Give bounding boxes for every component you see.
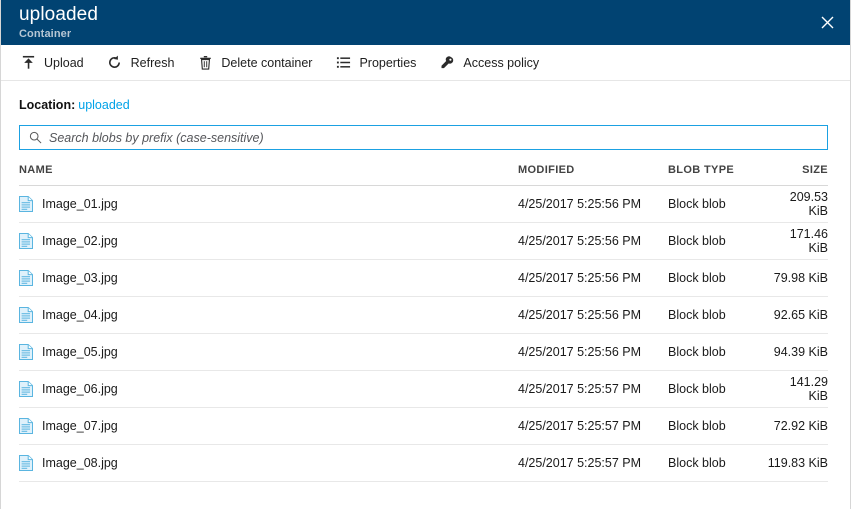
column-header-name[interactable]: NAME <box>19 164 518 186</box>
cell-size: 119.83 KiB <box>767 444 828 482</box>
access-policy-button[interactable]: Access policy <box>438 45 539 80</box>
cell-blob-type: Block blob <box>668 185 767 223</box>
blob-name[interactable]: Image_08.jpg <box>42 456 118 470</box>
table-row[interactable]: Image_07.jpg 4/25/2017 5:25:57 PM Block … <box>19 407 828 445</box>
blob-name[interactable]: Image_01.jpg <box>42 197 118 211</box>
search-box[interactable] <box>19 125 828 150</box>
cell-size: 94.39 KiB <box>767 333 828 371</box>
cell-blob-type: Block blob <box>668 222 767 260</box>
list-icon <box>334 54 352 72</box>
properties-label: Properties <box>359 55 417 70</box>
upload-button[interactable]: Upload <box>19 45 84 80</box>
cell-blob-type: Block blob <box>668 444 767 482</box>
cell-modified: 4/25/2017 5:25:56 PM <box>518 259 668 297</box>
cell-name: Image_02.jpg <box>19 222 518 260</box>
blob-container-blade: uploaded Container Upload Refresh Delete… <box>0 0 851 509</box>
close-button[interactable] <box>804 0 850 45</box>
cell-name: Image_06.jpg <box>19 370 518 408</box>
cell-name: Image_03.jpg <box>19 259 518 297</box>
page-title: uploaded <box>19 4 98 25</box>
blob-name[interactable]: Image_06.jpg <box>42 382 118 396</box>
cell-size: 141.29 KiB <box>767 370 828 408</box>
cell-modified: 4/25/2017 5:25:57 PM <box>518 444 668 482</box>
file-icon <box>19 344 33 360</box>
table-header: NAME MODIFIED BLOB TYPE SIZE <box>19 164 828 186</box>
table-body: Image_01.jpg 4/25/2017 5:25:56 PM Block … <box>19 185 828 482</box>
blob-name[interactable]: Image_04.jpg <box>42 308 118 322</box>
cell-blob-type: Block blob <box>668 407 767 445</box>
file-icon <box>19 270 33 286</box>
column-header-size[interactable]: SIZE <box>767 164 828 186</box>
trash-icon <box>196 54 214 72</box>
file-icon <box>19 455 33 471</box>
location-link[interactable]: uploaded <box>78 98 129 112</box>
cell-size: 92.65 KiB <box>767 296 828 334</box>
table-row[interactable]: Image_01.jpg 4/25/2017 5:25:56 PM Block … <box>19 185 828 223</box>
table-row[interactable]: Image_02.jpg 4/25/2017 5:25:56 PM Block … <box>19 222 828 260</box>
table-row[interactable]: Image_05.jpg 4/25/2017 5:25:56 PM Block … <box>19 333 828 371</box>
upload-icon <box>19 54 37 72</box>
cell-name: Image_07.jpg <box>19 407 518 445</box>
cell-modified: 4/25/2017 5:25:56 PM <box>518 333 668 371</box>
blob-list-table: NAME MODIFIED BLOB TYPE SIZE Image_01.jp… <box>19 164 828 482</box>
cell-modified: 4/25/2017 5:25:57 PM <box>518 407 668 445</box>
table-header-row: NAME MODIFIED BLOB TYPE SIZE <box>19 164 828 186</box>
file-icon <box>19 196 33 212</box>
table-row[interactable]: Image_03.jpg 4/25/2017 5:25:56 PM Block … <box>19 259 828 297</box>
column-header-modified[interactable]: MODIFIED <box>518 164 668 186</box>
cell-modified: 4/25/2017 5:25:56 PM <box>518 185 668 223</box>
delete-container-label: Delete container <box>221 55 313 70</box>
toolbar: Upload Refresh Delete container Properti… <box>1 45 850 81</box>
blob-name[interactable]: Image_02.jpg <box>42 234 118 248</box>
blob-name[interactable]: Image_07.jpg <box>42 419 118 433</box>
cell-modified: 4/25/2017 5:25:57 PM <box>518 370 668 408</box>
location-label: Location: <box>19 98 76 112</box>
blade-header: uploaded Container <box>1 0 850 45</box>
table-row[interactable]: Image_06.jpg 4/25/2017 5:25:57 PM Block … <box>19 370 828 408</box>
cell-size: 72.92 KiB <box>767 407 828 445</box>
file-icon <box>19 418 33 434</box>
search-input[interactable] <box>49 127 819 148</box>
access-policy-label: Access policy <box>463 55 540 70</box>
file-icon <box>19 381 33 397</box>
blob-name[interactable]: Image_05.jpg <box>42 345 118 359</box>
file-icon <box>19 233 33 249</box>
table-row[interactable]: Image_08.jpg 4/25/2017 5:25:57 PM Block … <box>19 444 828 482</box>
upload-label: Upload <box>44 55 84 70</box>
cell-name: Image_04.jpg <box>19 296 518 334</box>
cell-size: 171.46 KiB <box>767 222 828 260</box>
location-row: Location: uploaded <box>1 81 850 113</box>
refresh-button[interactable]: Refresh <box>106 45 175 80</box>
column-header-blob-type[interactable]: BLOB TYPE <box>668 164 767 186</box>
cell-blob-type: Block blob <box>668 296 767 334</box>
refresh-icon <box>106 54 124 72</box>
cell-blob-type: Block blob <box>668 370 767 408</box>
cell-modified: 4/25/2017 5:25:56 PM <box>518 222 668 260</box>
cell-name: Image_05.jpg <box>19 333 518 371</box>
close-icon <box>821 16 834 29</box>
blob-name[interactable]: Image_03.jpg <box>42 271 118 285</box>
file-icon <box>19 307 33 323</box>
delete-container-button[interactable]: Delete container <box>196 45 312 80</box>
cell-size: 209.53 KiB <box>767 185 828 223</box>
cell-name: Image_08.jpg <box>19 444 518 482</box>
cell-blob-type: Block blob <box>668 333 767 371</box>
cell-modified: 4/25/2017 5:25:56 PM <box>518 296 668 334</box>
cell-size: 79.98 KiB <box>767 259 828 297</box>
table-row[interactable]: Image_04.jpg 4/25/2017 5:25:56 PM Block … <box>19 296 828 334</box>
cell-blob-type: Block blob <box>668 259 767 297</box>
cell-name: Image_01.jpg <box>19 185 518 223</box>
properties-button[interactable]: Properties <box>334 45 416 80</box>
page-subtitle: Container <box>19 28 72 40</box>
refresh-label: Refresh <box>130 55 175 70</box>
key-icon <box>438 54 456 72</box>
search-icon <box>28 131 42 145</box>
